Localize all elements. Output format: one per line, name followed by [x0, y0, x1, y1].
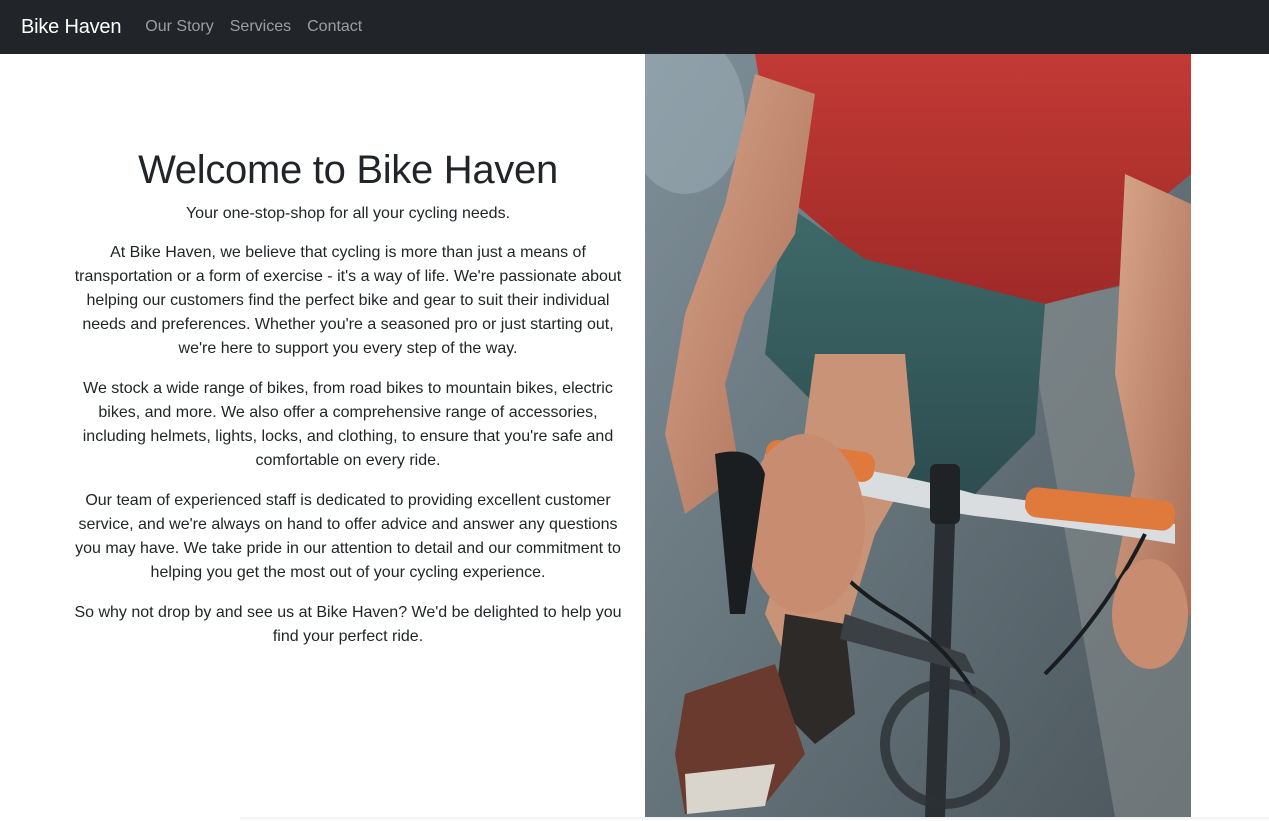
nav-link-our-story[interactable]: Our Story [145, 18, 213, 36]
cyclist-photo [645, 54, 1191, 817]
brand-link[interactable]: Bike Haven [21, 16, 121, 39]
nav-link-contact[interactable]: Contact [307, 18, 362, 36]
hero-section: Welcome to Bike Haven Your one-stop-shop… [0, 54, 1269, 821]
staff-paragraph: Our team of experienced staff is dedicat… [75, 492, 621, 581]
bottom-shadow [240, 817, 1269, 821]
top-navbar: Bike Haven Our Story Services Contact [0, 0, 1269, 54]
page-title: Welcome to Bike Haven [138, 148, 558, 192]
closing-paragraph: So why not drop by and see us at Bike Ha… [74, 604, 622, 645]
products-paragraph: We stock a wide range of bikes, from roa… [82, 380, 614, 469]
nav-link-services[interactable]: Services [230, 18, 291, 36]
intro-paragraph: At Bike Haven, we believe that cycling i… [74, 244, 622, 357]
hero-text-column: Welcome to Bike Haven Your one-stop-shop… [70, 146, 626, 665]
tagline: Your one-stop-shop for all your cycling … [185, 205, 511, 222]
